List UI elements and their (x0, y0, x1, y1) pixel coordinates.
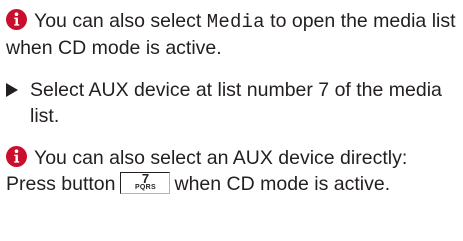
info-note-media: You can also select Media to open the me… (6, 8, 457, 61)
triangle-right-icon (6, 83, 18, 97)
keypad-button-7: 7 PQRS (120, 172, 171, 194)
note-text-after: when CD mode is active. (174, 173, 391, 195)
note-text-before: You can also select (34, 10, 207, 32)
info-icon (6, 9, 27, 30)
info-icon (6, 146, 27, 167)
media-softkey-label: Media (206, 11, 265, 33)
instruction-step: Select AUX device at list number 7 of th… (6, 77, 457, 129)
key-letters: PQRS (134, 184, 156, 191)
info-note-aux: You can also select an AUX device direct… (6, 145, 457, 197)
manual-page: You can also select Media to open the me… (0, 0, 463, 241)
step-text: Select AUX device at list number 7 of th… (30, 79, 442, 127)
